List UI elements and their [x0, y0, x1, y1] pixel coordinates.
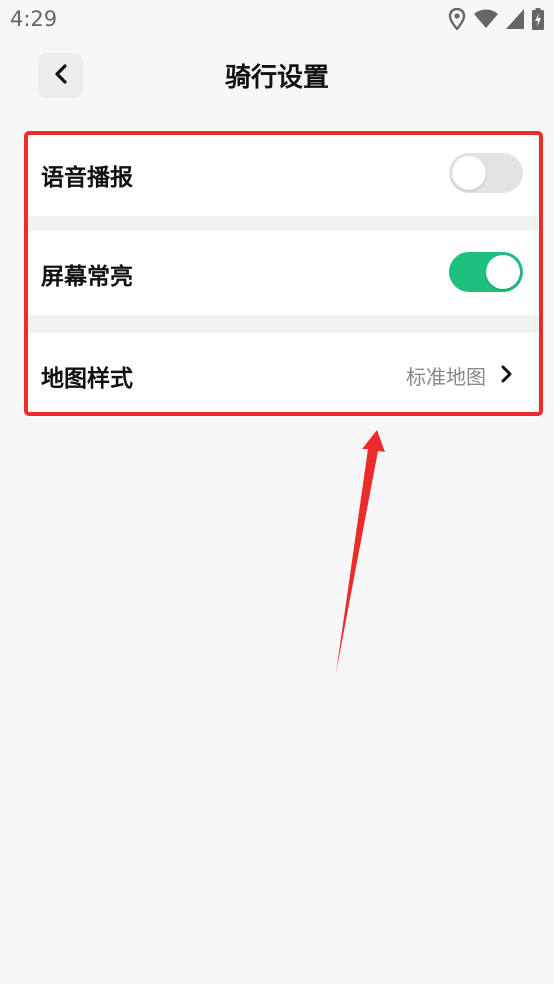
wifi-icon: [474, 9, 498, 29]
map-style-value: 标准地图: [406, 365, 486, 389]
battery-charging-icon: [532, 8, 544, 30]
toggle-knob: [486, 255, 520, 289]
screen-always-on-label: 屏幕常亮: [41, 264, 133, 290]
page-header: 骑行设置: [0, 40, 554, 114]
voice-broadcast-toggle[interactable]: [449, 153, 523, 193]
status-bar: 4:29: [0, 0, 554, 40]
chevron-right-icon: [500, 365, 512, 387]
voice-broadcast-row: 语音播报: [26, 132, 538, 216]
toggle-knob: [452, 156, 486, 190]
status-time: 4:29: [10, 7, 58, 31]
settings-list: 语音播报 屏幕常亮 地图样式 标准地图: [26, 132, 538, 417]
map-style-label: 地图样式: [41, 366, 133, 392]
status-icons: [448, 8, 544, 30]
page-title: 骑行设置: [224, 63, 329, 93]
location-icon: [448, 8, 466, 30]
signal-icon: [506, 9, 524, 29]
screen-always-on-row: 屏幕常亮: [26, 231, 538, 315]
map-style-row[interactable]: 地图样式 标准地图: [26, 333, 538, 417]
screen-always-on-toggle[interactable]: [449, 252, 523, 292]
voice-broadcast-label: 语音播报: [41, 165, 133, 191]
